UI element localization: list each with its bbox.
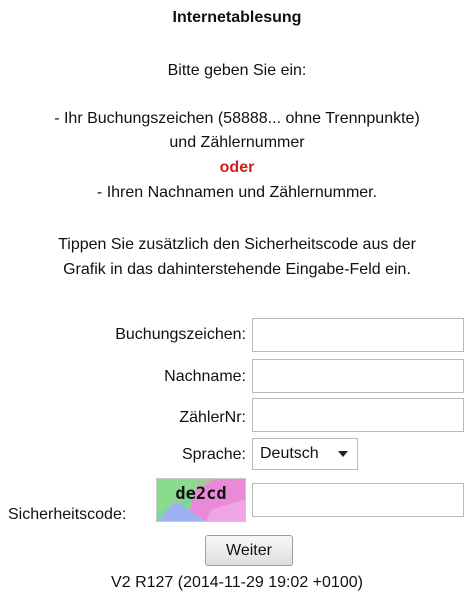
captcha-code-text: de2cd	[175, 484, 227, 504]
language-label: Sprache:	[181, 446, 246, 463]
or-separator: oder	[219, 159, 255, 176]
chevron-down-icon	[338, 451, 348, 457]
version-info: V2 R127 (2014-11-29 19:02 +0100)	[111, 574, 363, 591]
captcha-hint-line2: Grafik in das dahinterstehende Eingabe-F…	[63, 261, 411, 278]
booking-label: Buchungszeichen:	[115, 326, 246, 343]
intro-text: Bitte geben Sie ein:	[167, 62, 307, 79]
instruction-option1-line2: und Zählernummer	[169, 134, 305, 151]
lastname-label: Nachname:	[164, 368, 246, 385]
captcha-label: Sicherheitscode:	[8, 506, 127, 523]
booking-number-input[interactable]	[252, 318, 464, 352]
lastname-input[interactable]	[252, 359, 464, 393]
language-select[interactable]: Deutsch	[252, 438, 358, 470]
continue-button[interactable]: Weiter	[205, 535, 293, 566]
meter-number-label: ZählerNr:	[179, 409, 246, 426]
captcha-image: de2cd	[156, 478, 246, 522]
language-selected-value: Deutsch	[260, 445, 319, 462]
captcha-input[interactable]	[252, 483, 464, 517]
page-title: Internetablesung	[172, 9, 302, 26]
instruction-option2: - Ihren Nachnamen und Zählernummer.	[96, 184, 378, 201]
captcha-hint-line1: Tippen Sie zusätzlich den Sicherheitscod…	[58, 236, 416, 253]
instruction-option1-line1: - Ihr Buchungszeichen (58888... ohne Tre…	[54, 110, 420, 127]
meter-number-input[interactable]	[252, 398, 464, 432]
